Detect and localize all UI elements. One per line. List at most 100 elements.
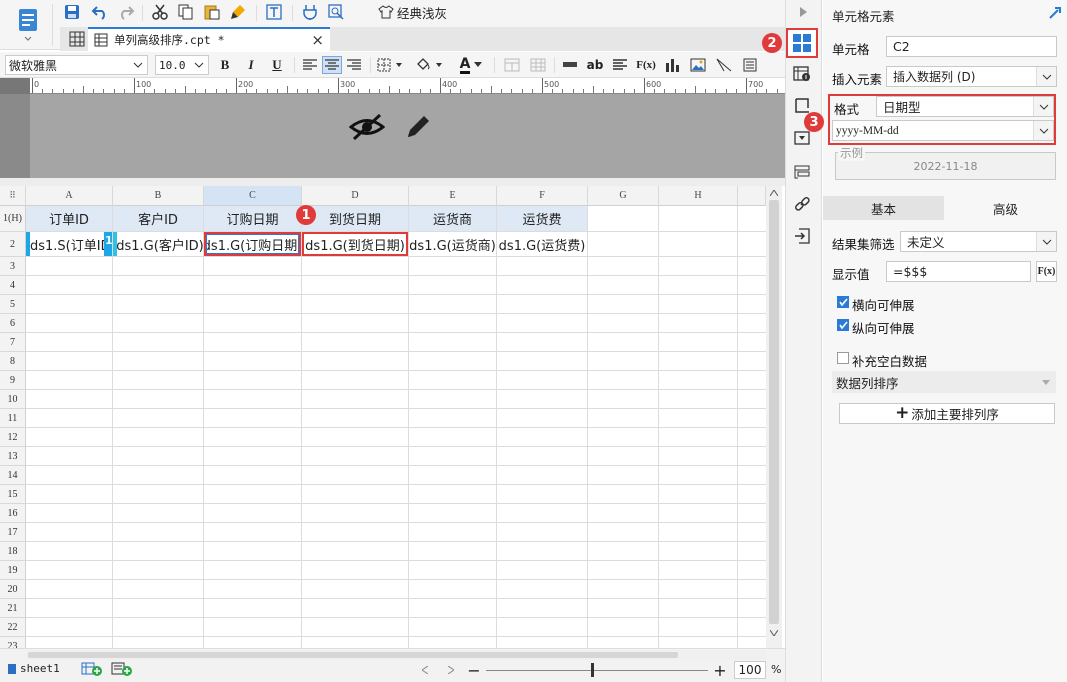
header-cell[interactable]: 运货费 [497, 206, 587, 231]
scroll-down-icon[interactable] [770, 630, 778, 636]
row-header[interactable]: 5 [0, 295, 26, 314]
data-cell[interactable]: ds1.G(订购日期) [204, 232, 301, 256]
insert-rich-text-button[interactable]: ab [584, 56, 606, 74]
cell-attribute-icon[interactable] [791, 64, 813, 84]
split-cells-icon[interactable] [528, 56, 548, 74]
grid-corner[interactable]: ⠿ [0, 186, 26, 206]
row-header[interactable]: 14 [0, 466, 26, 485]
scroll-right-icon[interactable] [446, 663, 456, 677]
column-header[interactable]: G [588, 186, 659, 206]
text-edit-icon[interactable] [264, 3, 284, 21]
insert-element-select[interactable]: 插入数据列 (D) [886, 66, 1057, 87]
row-header[interactable]: 10 [0, 390, 26, 409]
tab-report[interactable]: 单列高级排序.cpt * × [88, 27, 330, 51]
data-cell[interactable]: ds1.G(运货费) [497, 232, 587, 256]
zoom-in-button[interactable]: + [712, 661, 728, 680]
data-cell[interactable]: ds1.G(到货日期) [302, 232, 408, 256]
cell-field[interactable]: C2 [886, 36, 1057, 57]
horizontal-scrollbar[interactable] [26, 650, 766, 660]
insert-formula-button[interactable]: F(x) [634, 56, 658, 74]
add-sheet-icon[interactable] [80, 661, 104, 677]
sheet-tab[interactable]: sheet1 [8, 662, 60, 675]
scroll-thumb[interactable] [769, 200, 779, 624]
filter-select[interactable]: 未定义 [900, 231, 1057, 252]
header-cell[interactable]: 到货日期 [302, 206, 408, 231]
cell-element-icon[interactable] [786, 28, 818, 58]
column-header[interactable]: E [409, 186, 497, 206]
h-expand-checkbox[interactable] [837, 296, 849, 308]
header-cell[interactable]: 客户ID [113, 206, 203, 231]
column-header[interactable]: H [659, 186, 738, 206]
zoom-slider-thumb[interactable] [591, 663, 594, 677]
display-value-field[interactable]: =$$$ [886, 261, 1031, 282]
insert-paragraph-icon[interactable] [610, 56, 630, 74]
copy-icon[interactable] [176, 3, 196, 21]
format-pattern-select[interactable]: yyyy-MM-dd [832, 120, 1054, 141]
row-header[interactable]: 17 [0, 523, 26, 542]
insert-text-icon[interactable] [560, 56, 580, 74]
align-right-icon[interactable] [344, 56, 364, 74]
vertical-scrollbar[interactable] [766, 186, 782, 648]
fill-blank-checkbox[interactable] [837, 352, 849, 364]
data-cell[interactable]: ds1.S(订单ID [26, 232, 112, 256]
row-header[interactable]: 8 [0, 352, 26, 371]
paste-icon[interactable] [202, 3, 222, 21]
insert-image-icon[interactable] [688, 56, 708, 74]
row-header[interactable]: 23 [0, 637, 26, 648]
row-header[interactable]: 1(H) [0, 206, 26, 232]
eye-hidden-icon[interactable] [348, 110, 386, 144]
header-cell[interactable]: 运货商 [409, 206, 496, 231]
undo-icon[interactable] [90, 3, 110, 21]
font-color-button[interactable]: A [454, 55, 488, 75]
zoom-input[interactable]: 100 [734, 661, 766, 679]
tab-basic[interactable]: 基本 [823, 196, 944, 220]
save-icon[interactable] [62, 3, 82, 21]
pencil-icon[interactable] [400, 110, 436, 144]
redo-icon[interactable] [116, 3, 136, 21]
row-header[interactable]: 12 [0, 428, 26, 447]
fill-color-icon[interactable] [414, 56, 446, 74]
plugin-icon[interactable] [300, 3, 320, 21]
condition-attribute-icon[interactable] [791, 162, 813, 182]
cut-icon[interactable] [150, 3, 170, 21]
zoom-out-button[interactable]: − [466, 661, 482, 680]
row-header[interactable]: 2 [0, 232, 26, 257]
v-expand-checkbox[interactable] [837, 319, 849, 331]
grid-view-icon[interactable] [67, 30, 87, 48]
row-header[interactable]: 22 [0, 618, 26, 637]
font-name-select[interactable]: 微软雅黑 [5, 55, 148, 75]
row-header[interactable]: 9 [0, 371, 26, 390]
underline-button[interactable]: U [268, 56, 286, 74]
row-header[interactable]: 21 [0, 599, 26, 618]
border-icon[interactable] [376, 56, 406, 74]
collapse-arrow-icon[interactable] [795, 4, 811, 20]
tab-advanced[interactable]: 高级 [944, 196, 1067, 220]
header-cell[interactable]: 订购日期 [204, 206, 301, 231]
theme-button[interactable]: 经典浅灰 [378, 3, 452, 21]
row-header[interactable]: 13 [0, 447, 26, 466]
format-painter-icon[interactable] [228, 3, 248, 21]
formula-button[interactable]: F(x) [1036, 261, 1057, 282]
column-header[interactable]: A [26, 186, 113, 206]
column-header[interactable]: B [113, 186, 204, 206]
import-icon[interactable] [791, 226, 813, 246]
font-size-select[interactable]: 10.0 [155, 55, 209, 75]
hyperlink-icon[interactable] [791, 194, 813, 214]
insert-subreport-icon[interactable] [740, 56, 760, 74]
align-center-icon[interactable] [322, 56, 342, 74]
zoom-slider[interactable] [486, 670, 708, 671]
header-cell[interactable]: 订单ID [26, 206, 112, 231]
row-header[interactable]: 4 [0, 276, 26, 295]
pin-icon[interactable] [1047, 4, 1063, 22]
scroll-up-icon[interactable] [770, 190, 778, 196]
data-cell[interactable]: ds1.G(客户ID) [113, 232, 203, 256]
align-left-icon[interactable] [300, 56, 320, 74]
italic-button[interactable]: I [242, 56, 260, 74]
row-header[interactable]: 20 [0, 580, 26, 599]
row-header[interactable]: 16 [0, 504, 26, 523]
data-cell[interactable]: ds1.G(运货商) [409, 232, 496, 256]
insert-chart-icon[interactable] [662, 56, 682, 74]
bold-button[interactable]: B [216, 56, 234, 74]
add-sort-button[interactable]: + 添加主要排列序 [839, 403, 1055, 424]
insert-slash-icon[interactable] [714, 56, 734, 74]
